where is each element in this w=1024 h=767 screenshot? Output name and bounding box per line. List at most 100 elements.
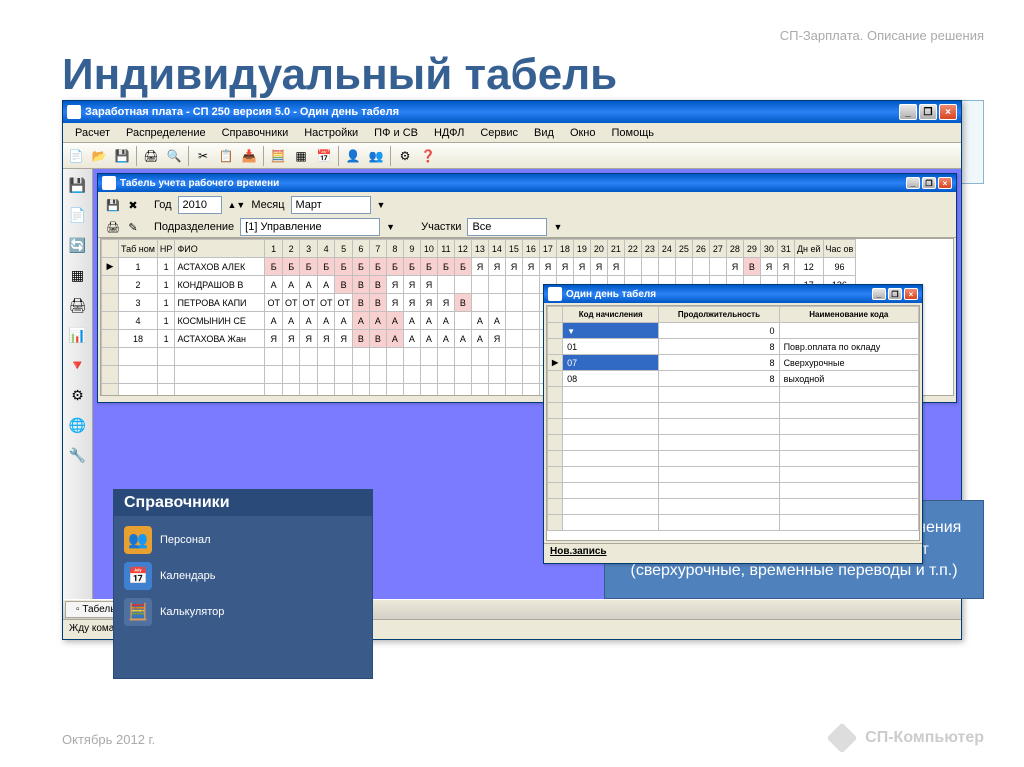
table-row[interactable] <box>548 483 919 499</box>
table-row[interactable]: 018Повр.оплата по окладу <box>548 339 919 355</box>
table-row[interactable]: 088выходной <box>548 371 919 387</box>
menu-item[interactable]: Вид <box>526 125 562 141</box>
desktop-item-icon: 👥 <box>124 526 152 554</box>
tb-paste-icon[interactable]: 📥 <box>238 145 260 167</box>
month-dropdown-icon[interactable]: ▼ <box>377 200 386 210</box>
toolbar: 📄 📂 💾 🖨 🔍 ✂ 📋 📥 🧮 ▦ 📅 👤 👥 ⚙ ❓ <box>63 143 961 169</box>
sb-chart-icon[interactable]: 📊 <box>66 323 90 347</box>
tabel-print-icon[interactable]: 🖨 <box>104 218 122 236</box>
sb-print-icon[interactable]: 🖨 <box>66 293 90 317</box>
desktop-item[interactable]: 📅 Календарь <box>124 562 362 590</box>
popup-maximize-button[interactable]: ❐ <box>888 288 902 300</box>
menu-item[interactable]: Окно <box>562 125 604 141</box>
popup-titlebar: Один день табеля _ ❐ × <box>544 285 922 303</box>
table-row[interactable] <box>548 387 919 403</box>
tabel-edit-icon[interactable]: ✎ <box>124 218 142 236</box>
slide-header: СП-Зарплата. Описание решения <box>780 28 984 43</box>
table-row[interactable] <box>548 467 919 483</box>
minimize-button[interactable]: _ <box>899 104 917 120</box>
sb-gear-icon[interactable]: ⚙ <box>66 383 90 407</box>
area-dropdown-icon[interactable]: ▼ <box>553 222 562 232</box>
tb-settings-icon[interactable]: ⚙ <box>394 145 416 167</box>
menu-item[interactable]: ПФ и СВ <box>366 125 426 141</box>
desktop-item[interactable]: 👥 Персонал <box>124 526 362 554</box>
app-icon <box>67 105 81 119</box>
table-row[interactable] <box>548 451 919 467</box>
company-logo-icon <box>826 722 857 753</box>
year-stepper-icon[interactable]: ▲▼ <box>228 200 246 210</box>
menu-item[interactable]: Настройки <box>296 125 366 141</box>
table-row[interactable]: ▶11АСТАХОВ АЛЕКББББББББББББЯЯЯЯЯЯЯЯЯЯВЯЯ… <box>102 258 856 276</box>
sb-doc-icon[interactable]: 📄 <box>66 203 90 227</box>
menu-item[interactable]: Распределение <box>118 125 214 141</box>
tb-preview-icon[interactable]: 🔍 <box>163 145 185 167</box>
year-label: Год <box>154 199 172 211</box>
sb-filter-icon[interactable]: 🔻 <box>66 353 90 377</box>
year-input[interactable] <box>178 196 222 214</box>
popup-minimize-button[interactable]: _ <box>872 288 886 300</box>
left-sidebar: 💾 📄 🔄 ▦ 🖨 📊 🔻 ⚙ 🌐 🔧 <box>63 169 93 619</box>
tb-copy-icon[interactable]: 📋 <box>215 145 237 167</box>
desktop-panel-title: Справочники <box>114 490 372 516</box>
menu-item[interactable]: Сервис <box>472 125 526 141</box>
tb-calc-icon[interactable]: 🧮 <box>267 145 289 167</box>
area-select[interactable] <box>467 218 547 236</box>
tabel-minimize-button[interactable]: _ <box>906 177 920 189</box>
menu-item[interactable]: Помощь <box>604 125 663 141</box>
desktop-item-label: Календарь <box>160 570 216 582</box>
desktop-item-label: Калькулятор <box>160 606 224 618</box>
tb-table-icon[interactable]: ▦ <box>290 145 312 167</box>
desktop-item[interactable]: 🧮Калькулятор <box>124 598 362 626</box>
desktop-panel: Справочники 👥 Персонал 📅 Календарь 🧮Калькуля… <box>113 489 373 679</box>
menu-item[interactable]: Расчет <box>67 125 118 141</box>
table-row[interactable] <box>548 403 919 419</box>
menubar: РасчетРаспределениеСправочникиНастройкиП… <box>63 123 961 143</box>
tb-open-icon[interactable]: 📂 <box>88 145 110 167</box>
tb-save-icon[interactable]: 💾 <box>111 145 133 167</box>
menu-item[interactable]: Справочники <box>214 125 297 141</box>
table-row[interactable] <box>548 435 919 451</box>
sb-refresh-icon[interactable]: 🔄 <box>66 233 90 257</box>
slide-footer-date: Октябрь 2012 г. <box>62 732 155 747</box>
popup-icon <box>548 287 562 301</box>
table-row[interactable]: ▼0 <box>548 323 919 339</box>
maximize-button[interactable]: ❐ <box>919 104 937 120</box>
tb-cut-icon[interactable]: ✂ <box>192 145 214 167</box>
table-row[interactable] <box>548 499 919 515</box>
day-popup-window: Один день табеля _ ❐ × Код начисленияПро… <box>543 284 923 564</box>
tabel-close-button[interactable]: × <box>938 177 952 189</box>
month-label: Месяц <box>251 199 284 211</box>
tabel-save-icon[interactable]: 💾 <box>104 196 122 214</box>
dept-dropdown-icon[interactable]: ▼ <box>386 222 395 232</box>
tabel-delete-icon[interactable]: ✖ <box>124 196 142 214</box>
table-row[interactable] <box>548 419 919 435</box>
sb-save-icon[interactable]: 💾 <box>66 173 90 197</box>
popup-new-record-button[interactable]: Нов.запись <box>544 543 922 561</box>
tb-users-icon[interactable]: 👥 <box>365 145 387 167</box>
close-button[interactable]: × <box>939 104 957 120</box>
tabel-maximize-button[interactable]: ❐ <box>922 177 936 189</box>
desktop-item-label: Персонал <box>160 534 211 546</box>
popup-title: Один день табеля <box>566 289 656 300</box>
popup-close-button[interactable]: × <box>904 288 918 300</box>
sb-globe-icon[interactable]: 🌐 <box>66 413 90 437</box>
table-row[interactable] <box>548 515 919 531</box>
popup-grid[interactable]: Код начисленияПродолжительностьНаименова… <box>547 306 919 531</box>
table-row[interactable]: ▶078Сверхурочные <box>548 355 919 371</box>
tabel-title: Табель учета рабочего времени <box>120 178 279 189</box>
tb-user-icon[interactable]: 👤 <box>342 145 364 167</box>
tb-new-icon[interactable]: 📄 <box>65 145 87 167</box>
menu-item[interactable]: НДФЛ <box>426 125 472 141</box>
sb-tool-icon[interactable]: 🔧 <box>66 443 90 467</box>
slide-title: Индивидуальный табель <box>62 50 617 100</box>
tb-calendar-icon[interactable]: 📅 <box>313 145 335 167</box>
window-title: Заработная плата - СП 250 версия 5.0 - О… <box>85 106 399 118</box>
tabel-titlebar: Табель учета рабочего времени _ ❐ × <box>98 174 956 192</box>
month-input[interactable] <box>291 196 371 214</box>
tb-help-icon[interactable]: ❓ <box>417 145 439 167</box>
tb-print-icon[interactable]: 🖨 <box>140 145 162 167</box>
dept-select[interactable] <box>240 218 380 236</box>
desktop-item-icon: 📅 <box>124 562 152 590</box>
sb-grid-icon[interactable]: ▦ <box>66 263 90 287</box>
dept-label: Подразделение <box>154 221 234 233</box>
